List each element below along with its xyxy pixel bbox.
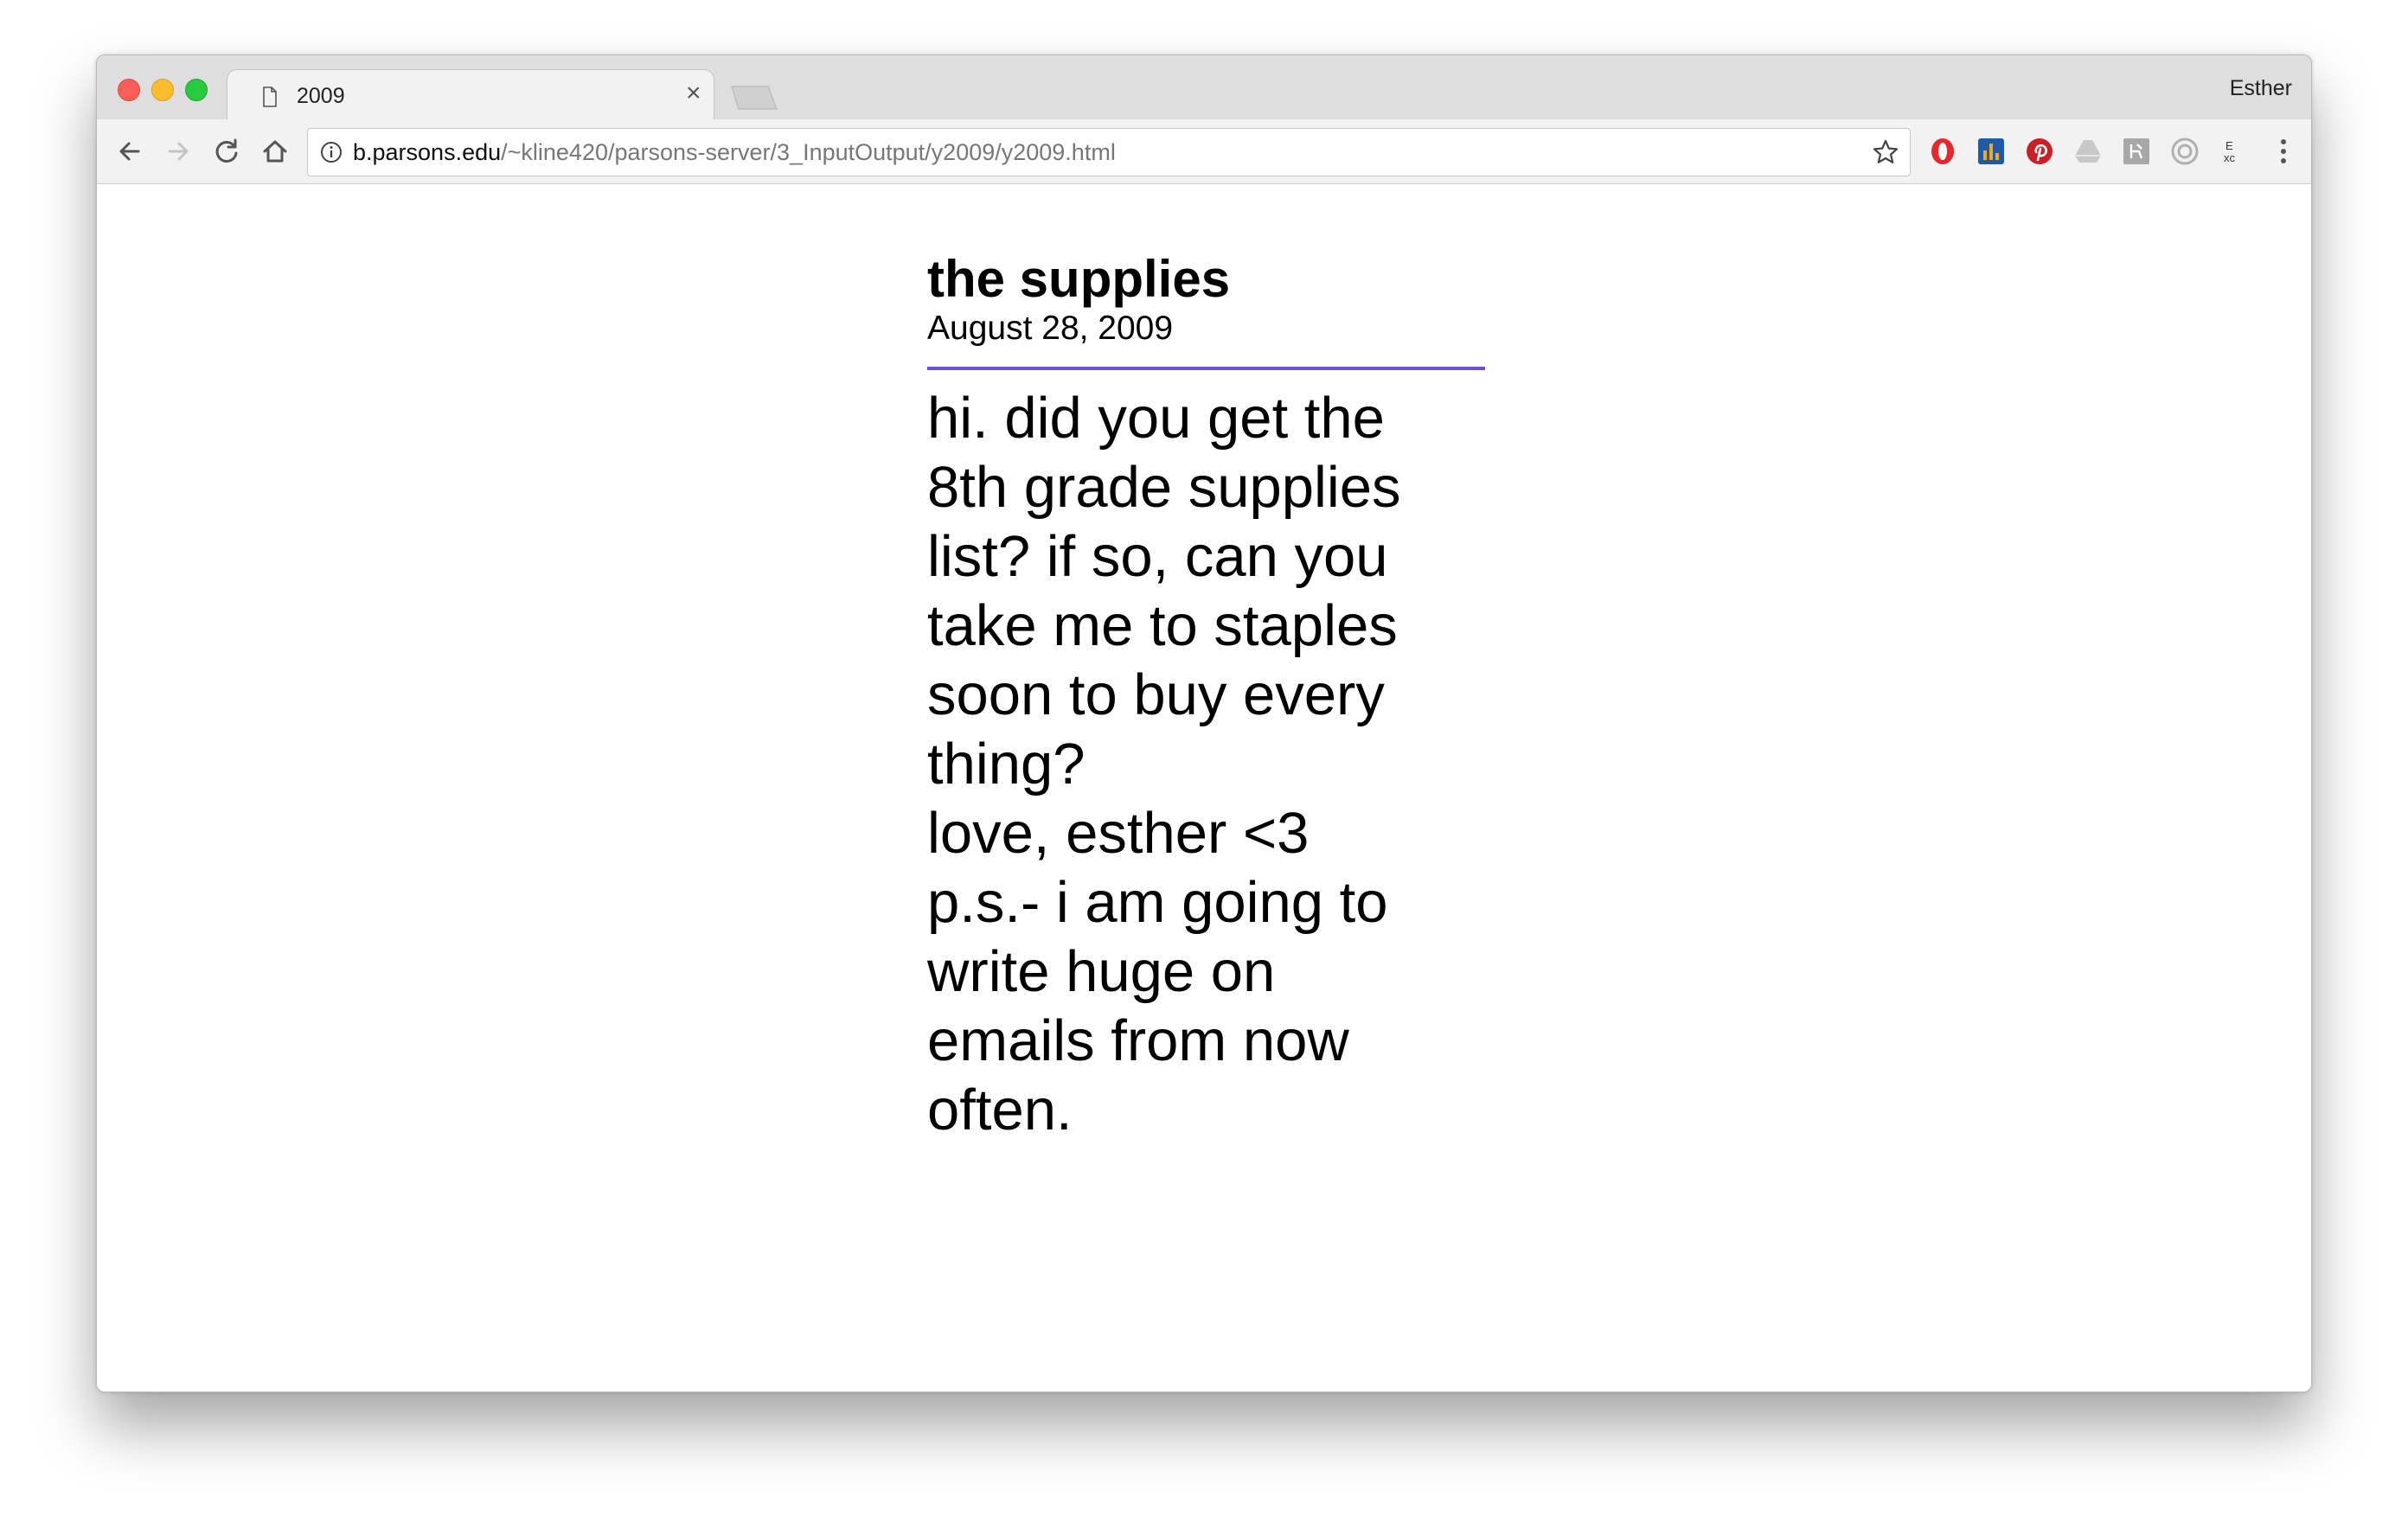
post-line: list? if so, can you (927, 523, 1388, 589)
home-icon[interactable] (258, 134, 292, 169)
profile-name[interactable]: Esther (2230, 76, 2292, 101)
new-tab-button[interactable] (730, 85, 778, 111)
maximize-window-button[interactable] (185, 79, 208, 101)
post-line: hi. did you get the (927, 385, 1385, 451)
toolbar: b.parsons.edu/~kline420/parsons-server/3… (97, 119, 2311, 184)
post-line: take me to staples (927, 592, 1398, 658)
text-extension-icon[interactable]: Exc (2219, 137, 2248, 166)
post-line: soon to buy every (927, 662, 1385, 727)
chart-extension-icon[interactable] (1976, 137, 2006, 166)
document-icon (263, 86, 277, 107)
url-text[interactable]: b.parsons.edu/~kline420/parsons-server/3… (353, 139, 1116, 166)
post-line: write huge on (927, 938, 1276, 1004)
post-line: often. (927, 1077, 1073, 1142)
post-line: 8th grade supplies (927, 454, 1401, 520)
tab-close-icon[interactable]: × (686, 80, 701, 106)
browser-window: 2009 × Esther b.parsons.edu/~kline420/pa… (96, 54, 2312, 1392)
page-viewport: the supplies August 28, 2009 hi. did you… (97, 184, 2311, 1391)
drive-extension-icon[interactable] (2073, 137, 2103, 166)
divider (927, 366, 1485, 370)
post-body: hi. did you get the 8th grade supplies l… (927, 384, 1485, 1145)
url-path: /~kline420/parsons-server/3_InputOutput/… (501, 139, 1116, 165)
reload-icon[interactable] (209, 134, 244, 169)
forward-arrow-icon[interactable] (161, 134, 195, 169)
post-line: love, esther <3 (927, 800, 1310, 866)
kebab-menu-icon[interactable] (2278, 137, 2289, 166)
post-title: the supplies (927, 250, 1231, 308)
url-host: b.parsons.edu (353, 139, 502, 165)
svg-text:E: E (2225, 139, 2233, 152)
post-date: August 28, 2009 (927, 310, 1174, 347)
gray-square-extension-icon[interactable] (2122, 137, 2151, 166)
post: the supplies August 28, 2009 hi. did you… (927, 253, 1485, 1145)
info-icon[interactable] (320, 141, 343, 163)
post-line: thing? (927, 731, 1086, 796)
post-line: emails from now (927, 1008, 1349, 1073)
svg-text:xc: xc (2224, 151, 2236, 164)
pinterest-extension-icon[interactable] (2025, 137, 2054, 166)
opera-extension-icon[interactable] (1928, 137, 1957, 166)
circle-extension-icon[interactable] (2170, 137, 2200, 166)
back-arrow-icon[interactable] (112, 134, 147, 169)
post-line: p.s.- i am going to (927, 869, 1388, 935)
title-bar: 2009 × Esther (97, 55, 2311, 122)
address-bar[interactable]: b.parsons.edu/~kline420/parsons-server/3… (307, 128, 1911, 176)
minimize-window-button[interactable] (151, 79, 174, 101)
star-icon[interactable] (1872, 138, 1899, 166)
tab-title: 2009 (297, 84, 345, 108)
tab-active[interactable]: 2009 × (227, 69, 714, 122)
close-window-button[interactable] (118, 79, 140, 101)
